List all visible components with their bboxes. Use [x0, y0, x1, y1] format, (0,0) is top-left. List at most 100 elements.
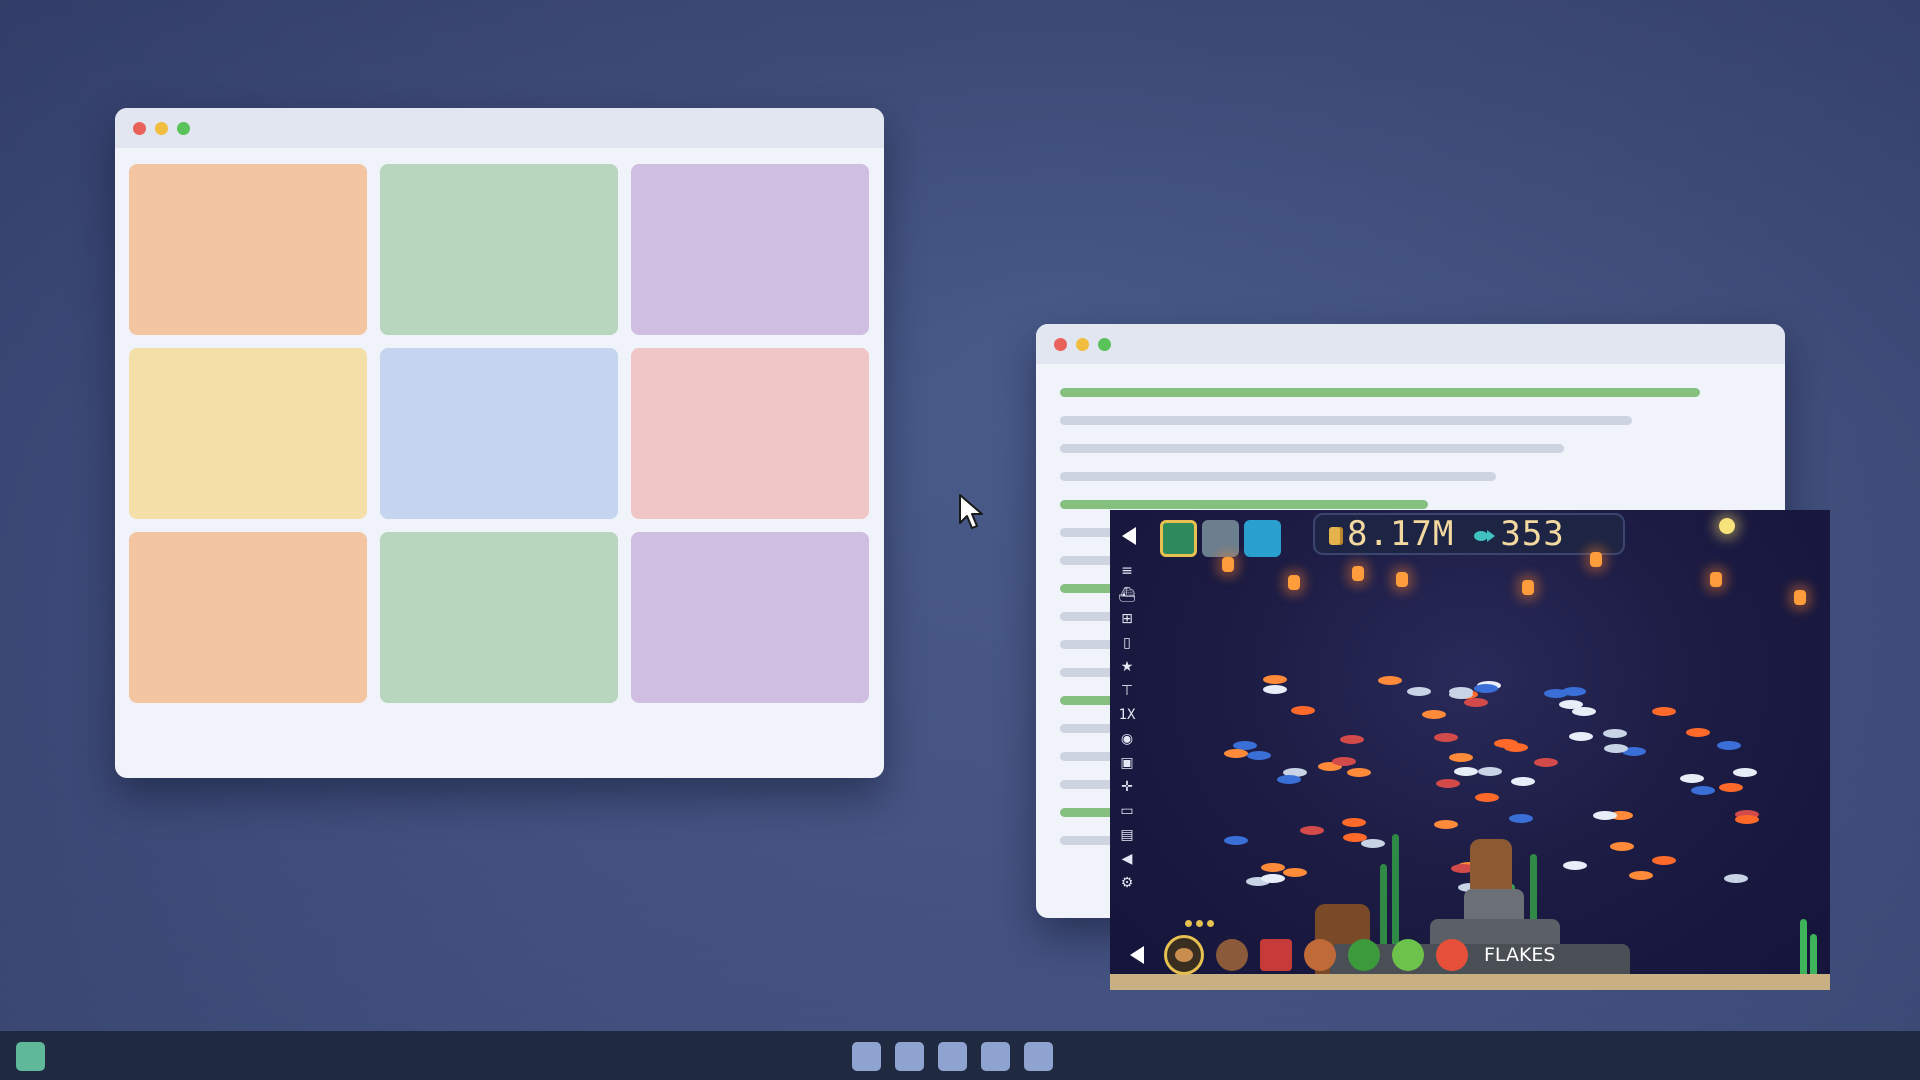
- fish: [1508, 813, 1533, 823]
- fish: [1339, 735, 1364, 745]
- menu-icon[interactable]: ≡: [1118, 562, 1136, 581]
- speed-toggle[interactable]: 1X: [1119, 706, 1136, 725]
- coin-icon: [1329, 526, 1343, 545]
- fish: [1463, 697, 1488, 707]
- maximize-button[interactable]: [1098, 337, 1111, 351]
- fish: [1563, 861, 1588, 871]
- fish: [1276, 775, 1301, 785]
- text-line: [1060, 416, 1632, 425]
- minimize-button[interactable]: [1076, 337, 1089, 351]
- close-button[interactable]: [133, 121, 146, 135]
- titlebar[interactable]: [1036, 324, 1785, 364]
- fish: [1346, 767, 1371, 777]
- text-line: [1060, 500, 1428, 509]
- aquarium-game-window[interactable]: 8.17M 353 ≡ ⛴ ⊞ ▯ ★ ⊤ 1X ◉ ▣ ✛ ▭ ▤ ◀ ⚙ F…: [1110, 510, 1830, 990]
- fish: [1433, 732, 1458, 742]
- ruins-decoration: [1464, 889, 1524, 919]
- tank-swatch-3[interactable]: [1244, 520, 1281, 557]
- fish: [1263, 685, 1288, 695]
- plant-decoration: [1810, 934, 1817, 974]
- fish: [1651, 855, 1676, 865]
- eye-icon[interactable]: ◉: [1118, 730, 1136, 749]
- sound-icon[interactable]: ◀: [1118, 850, 1136, 869]
- back-arrow-icon[interactable]: [1122, 527, 1136, 545]
- lantern-decoration: [1222, 557, 1234, 572]
- taskbar-app-3[interactable]: [938, 1042, 967, 1071]
- fish: [1342, 817, 1367, 827]
- color-tile-3[interactable]: [631, 164, 869, 335]
- coins-stat: 8.17M: [1329, 514, 1454, 554]
- color-tile-6[interactable]: [631, 348, 869, 519]
- fish: [1718, 783, 1743, 793]
- algae-icon[interactable]: [1392, 939, 1424, 971]
- lock-icon[interactable]: ▤: [1118, 826, 1136, 845]
- star-icon[interactable]: ★: [1118, 658, 1136, 677]
- shrimp-icon[interactable]: [1304, 939, 1336, 971]
- fish-count-stat: 353: [1474, 514, 1564, 554]
- taskbar-app-2[interactable]: [895, 1042, 924, 1071]
- fish: [1629, 871, 1654, 881]
- flakes-icon[interactable]: [1436, 939, 1468, 971]
- text-line: [1060, 388, 1700, 397]
- pellets-icon[interactable]: [1164, 935, 1204, 975]
- lantern-decoration: [1522, 580, 1534, 595]
- color-tile-1[interactable]: [129, 164, 367, 335]
- close-button[interactable]: [1054, 337, 1067, 351]
- lantern-decoration: [1396, 572, 1408, 587]
- taskbar-app-4[interactable]: [981, 1042, 1010, 1071]
- fish: [1261, 873, 1286, 883]
- fish: [1544, 688, 1569, 698]
- fish: [1300, 825, 1325, 835]
- maximize-button[interactable]: [177, 121, 190, 135]
- fish: [1448, 686, 1473, 696]
- color-tile-4[interactable]: [129, 348, 367, 519]
- fish: [1735, 814, 1760, 824]
- fish: [1732, 768, 1757, 778]
- more-options-icon[interactable]: [1185, 920, 1214, 927]
- move-icon[interactable]: ✛: [1118, 778, 1136, 797]
- fish: [1511, 777, 1536, 787]
- camera-icon[interactable]: ▣: [1118, 754, 1136, 773]
- taskbar-app-1[interactable]: [852, 1042, 881, 1071]
- back-arrow-icon[interactable]: [1130, 946, 1144, 964]
- green-pellet-icon[interactable]: [1348, 939, 1380, 971]
- taskbar: [0, 1031, 1920, 1080]
- food-bar: FLAKES: [1118, 932, 1555, 978]
- stats-panel: 8.17M 353: [1313, 513, 1625, 555]
- fish: [1691, 786, 1716, 796]
- fish: [1422, 710, 1447, 720]
- seeds-icon[interactable]: [1216, 939, 1248, 971]
- fish: [1406, 686, 1431, 696]
- color-tile-5[interactable]: [380, 348, 618, 519]
- selected-food-label: FLAKES: [1484, 944, 1556, 966]
- boat-icon[interactable]: ⛴: [1118, 586, 1136, 605]
- color-tile-9[interactable]: [631, 532, 869, 703]
- fish: [1360, 838, 1385, 848]
- fish: [1473, 684, 1498, 694]
- color-tile-7[interactable]: [129, 532, 367, 703]
- light-bulb-icon: [1719, 518, 1735, 534]
- fish: [1291, 706, 1316, 716]
- tank-swatch-1[interactable]: [1160, 520, 1197, 557]
- taskbar-app-5[interactable]: [1024, 1042, 1053, 1071]
- clipboard-icon[interactable]: ▯: [1118, 634, 1136, 653]
- color-tile-2[interactable]: [380, 164, 618, 335]
- grid-window[interactable]: [115, 108, 884, 778]
- worms-icon[interactable]: [1260, 939, 1292, 971]
- text-line: [1060, 472, 1496, 481]
- plant-decoration: [1800, 919, 1807, 974]
- grid-icon[interactable]: ⊞: [1118, 610, 1136, 629]
- titlebar[interactable]: [115, 108, 884, 148]
- gear-icon[interactable]: ⚙: [1118, 874, 1136, 893]
- lantern-decoration: [1794, 590, 1806, 605]
- fish: [1434, 819, 1459, 829]
- color-tile-8[interactable]: [380, 532, 618, 703]
- fish: [1260, 863, 1285, 873]
- start-button[interactable]: [16, 1042, 45, 1071]
- monitor-icon[interactable]: ▭: [1118, 802, 1136, 821]
- minimize-button[interactable]: [155, 121, 168, 135]
- fish: [1686, 728, 1711, 738]
- tank-swatch-2[interactable]: [1202, 520, 1239, 557]
- fish: [1282, 867, 1307, 877]
- tools-icon[interactable]: ⊤: [1118, 682, 1136, 701]
